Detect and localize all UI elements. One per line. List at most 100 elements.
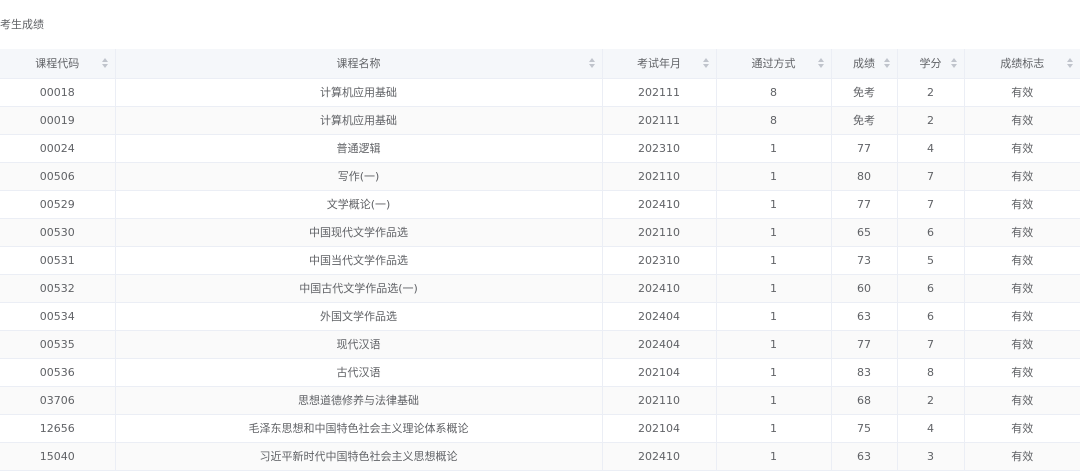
sort-caret-icon[interactable] <box>101 58 108 69</box>
cell-score-flag: 有效 <box>964 414 1080 443</box>
sort-caret-icon[interactable] <box>1067 58 1073 69</box>
cell-pass-method: 1 <box>716 358 832 387</box>
cell-pass-method: 1 <box>716 414 832 443</box>
table-row[interactable]: 15040 习近平新时代中国特色社会主义思想概论 202410 1 63 3 有效 <box>0 442 1080 471</box>
column-header-score[interactable]: 成绩 <box>831 49 898 79</box>
cell-score: 63 <box>831 302 898 331</box>
cell-course-code: 00532 <box>0 274 116 303</box>
column-header-label: 通过方式 <box>751 57 796 71</box>
cell-score: 68 <box>831 386 898 415</box>
table-row[interactable]: 00531 中国当代文学作品选 202310 1 73 5 有效 <box>0 246 1080 275</box>
cell-score-flag: 有效 <box>964 218 1080 247</box>
cell-course-name: 计算机应用基础 <box>115 106 603 135</box>
cell-exam-date: 202410 <box>602 190 717 219</box>
cell-score: 60 <box>831 274 898 303</box>
cell-course-code: 00536 <box>0 358 116 387</box>
column-header-name[interactable]: 课程名称 <box>115 49 603 79</box>
cell-course-code: 00506 <box>0 162 116 191</box>
cell-exam-date: 202110 <box>602 162 717 191</box>
cell-course-code: 00019 <box>0 106 116 135</box>
table-row[interactable]: 03706 思想道德修养与法律基础 202110 1 68 2 有效 <box>0 386 1080 415</box>
cell-credit: 4 <box>897 414 965 443</box>
table-row[interactable]: 00534 外国文学作品选 202404 1 63 6 有效 <box>0 302 1080 331</box>
cell-course-code: 00530 <box>0 218 116 247</box>
cell-course-code: 00535 <box>0 330 116 359</box>
cell-course-name: 中国当代文学作品选 <box>115 246 603 275</box>
column-header-label: 考试年月 <box>637 57 681 71</box>
cell-course-code: 03706 <box>0 386 116 415</box>
cell-exam-date: 202410 <box>602 274 717 303</box>
table-row[interactable]: 00018 计算机应用基础 202111 8 免考 2 有效 <box>0 78 1080 107</box>
cell-exam-date: 202404 <box>602 302 717 331</box>
table-row[interactable]: 00530 中国现代文学作品选 202110 1 65 6 有效 <box>0 218 1080 247</box>
cell-score-flag: 有效 <box>964 358 1080 387</box>
cell-course-name: 外国文学作品选 <box>115 302 603 331</box>
cell-score-flag: 有效 <box>964 134 1080 163</box>
cell-course-name: 普通逻辑 <box>115 134 603 163</box>
table-row[interactable]: 00506 写作(一) 202110 1 80 7 有效 <box>0 162 1080 191</box>
table-row[interactable]: 00536 古代汉语 202104 1 83 8 有效 <box>0 358 1080 387</box>
cell-credit: 2 <box>897 78 965 107</box>
cell-course-code: 15040 <box>0 442 116 471</box>
sort-caret-icon[interactable] <box>817 58 824 69</box>
score-table: 课程代码 课程名称 考试年月 通过方式 成绩 学分 成绩标志 00018 计算机应… <box>0 49 1080 471</box>
cell-score-flag: 有效 <box>964 386 1080 415</box>
cell-pass-method: 1 <box>716 162 832 191</box>
cell-score: 83 <box>831 358 898 387</box>
cell-pass-method: 1 <box>716 302 832 331</box>
cell-exam-date: 202310 <box>602 134 717 163</box>
cell-score-flag: 有效 <box>964 442 1080 471</box>
cell-credit: 8 <box>897 358 965 387</box>
cell-course-name: 毛泽东思想和中国特色社会主义理论体系概论 <box>115 414 603 443</box>
cell-exam-date: 202111 <box>602 78 717 107</box>
cell-course-code: 00018 <box>0 78 116 107</box>
cell-course-code: 12656 <box>0 414 116 443</box>
cell-credit: 2 <box>897 386 965 415</box>
table-row[interactable]: 00529 文学概论(一) 202410 1 77 7 有效 <box>0 190 1080 219</box>
cell-exam-date: 202110 <box>602 386 717 415</box>
cell-score: 73 <box>831 246 898 275</box>
cell-credit: 6 <box>897 274 965 303</box>
column-header-flag[interactable]: 成绩标志 <box>964 49 1080 79</box>
column-header-method[interactable]: 通过方式 <box>716 49 832 79</box>
cell-score-flag: 有效 <box>964 274 1080 303</box>
cell-pass-method: 1 <box>716 246 832 275</box>
cell-course-name: 文学概论(一) <box>115 190 603 219</box>
cell-exam-date: 202310 <box>602 246 717 275</box>
cell-course-name: 中国现代文学作品选 <box>115 218 603 247</box>
cell-score: 免考 <box>831 106 898 135</box>
table-row[interactable]: 00019 计算机应用基础 202111 8 免考 2 有效 <box>0 106 1080 135</box>
cell-credit: 3 <box>897 442 965 471</box>
column-header-label: 成绩 <box>853 57 875 71</box>
cell-credit: 7 <box>897 330 965 359</box>
table-row[interactable]: 00024 普通逻辑 202310 1 77 4 有效 <box>0 134 1080 163</box>
cell-score-flag: 有效 <box>964 190 1080 219</box>
cell-score-flag: 有效 <box>964 246 1080 275</box>
column-header-credit[interactable]: 学分 <box>897 49 965 79</box>
table-row[interactable]: 00532 中国古代文学作品选(一) 202410 1 60 6 有效 <box>0 274 1080 303</box>
page-title: 考生成绩 <box>0 18 44 31</box>
cell-score: 75 <box>831 414 898 443</box>
cell-credit: 7 <box>897 190 965 219</box>
column-header-exam-date[interactable]: 考试年月 <box>602 49 717 79</box>
cell-score: 77 <box>831 190 898 219</box>
cell-score: 免考 <box>831 78 898 107</box>
table-row[interactable]: 00535 现代汉语 202404 1 77 7 有效 <box>0 330 1080 359</box>
sort-caret-icon[interactable] <box>883 58 890 69</box>
cell-score-flag: 有效 <box>964 302 1080 331</box>
sort-caret-icon[interactable] <box>950 58 957 69</box>
cell-course-name: 古代汉语 <box>115 358 603 387</box>
cell-pass-method: 1 <box>716 190 832 219</box>
table-row[interactable]: 12656 毛泽东思想和中国特色社会主义理论体系概论 202104 1 75 4 有效 <box>0 414 1080 443</box>
cell-credit: 5 <box>897 246 965 275</box>
cell-credit: 6 <box>897 302 965 331</box>
column-header-label: 学分 <box>919 57 942 71</box>
column-header-code[interactable]: 课程代码 <box>0 49 116 79</box>
cell-course-name: 习近平新时代中国特色社会主义思想概论 <box>115 442 603 471</box>
cell-credit: 2 <box>897 106 965 135</box>
sort-caret-icon[interactable] <box>702 58 709 69</box>
cell-pass-method: 8 <box>716 78 832 107</box>
table-body: 00018 计算机应用基础 202111 8 免考 2 有效 00019 计算机应用基础 2021… <box>0 78 1080 471</box>
sort-caret-icon[interactable] <box>588 58 595 69</box>
cell-score: 80 <box>831 162 898 191</box>
